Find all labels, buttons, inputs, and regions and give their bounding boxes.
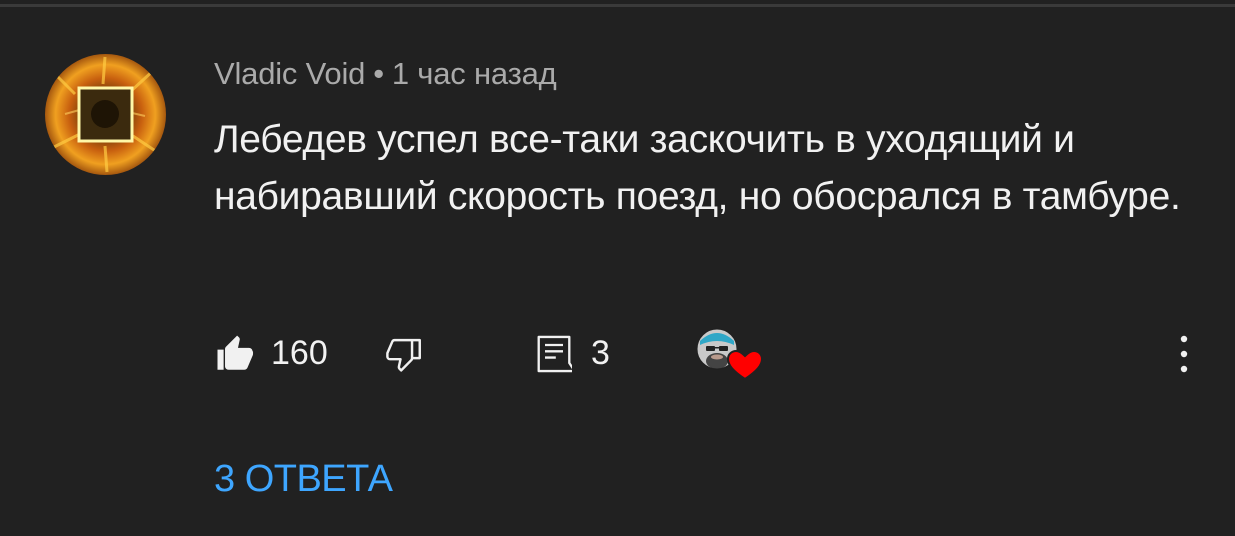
thumb-down-icon[interactable] (383, 334, 425, 376)
comment-text: Лебедев успел все-таки заскочить в уходя… (214, 118, 1181, 218)
author-avatar[interactable] (45, 54, 166, 175)
comment-timestamp[interactable]: 1 час назад (392, 56, 557, 91)
like-count: 160 (271, 334, 328, 372)
thumb-up-icon[interactable] (214, 333, 256, 375)
top-divider (0, 4, 1235, 7)
comment-icon[interactable] (536, 334, 572, 374)
more-vert-icon[interactable] (1172, 333, 1196, 375)
heart-icon (726, 349, 761, 381)
reply-count: 3 (591, 334, 610, 372)
view-replies-button[interactable]: 3 ОТВЕТА (214, 456, 393, 502)
avatar-image (45, 54, 166, 175)
meta-separator: • (373, 56, 384, 91)
comment-meta: Vladic Void • 1 час назад (214, 56, 557, 92)
author-name[interactable]: Vladic Void (214, 56, 365, 91)
creator-heart-badge (697, 328, 761, 381)
